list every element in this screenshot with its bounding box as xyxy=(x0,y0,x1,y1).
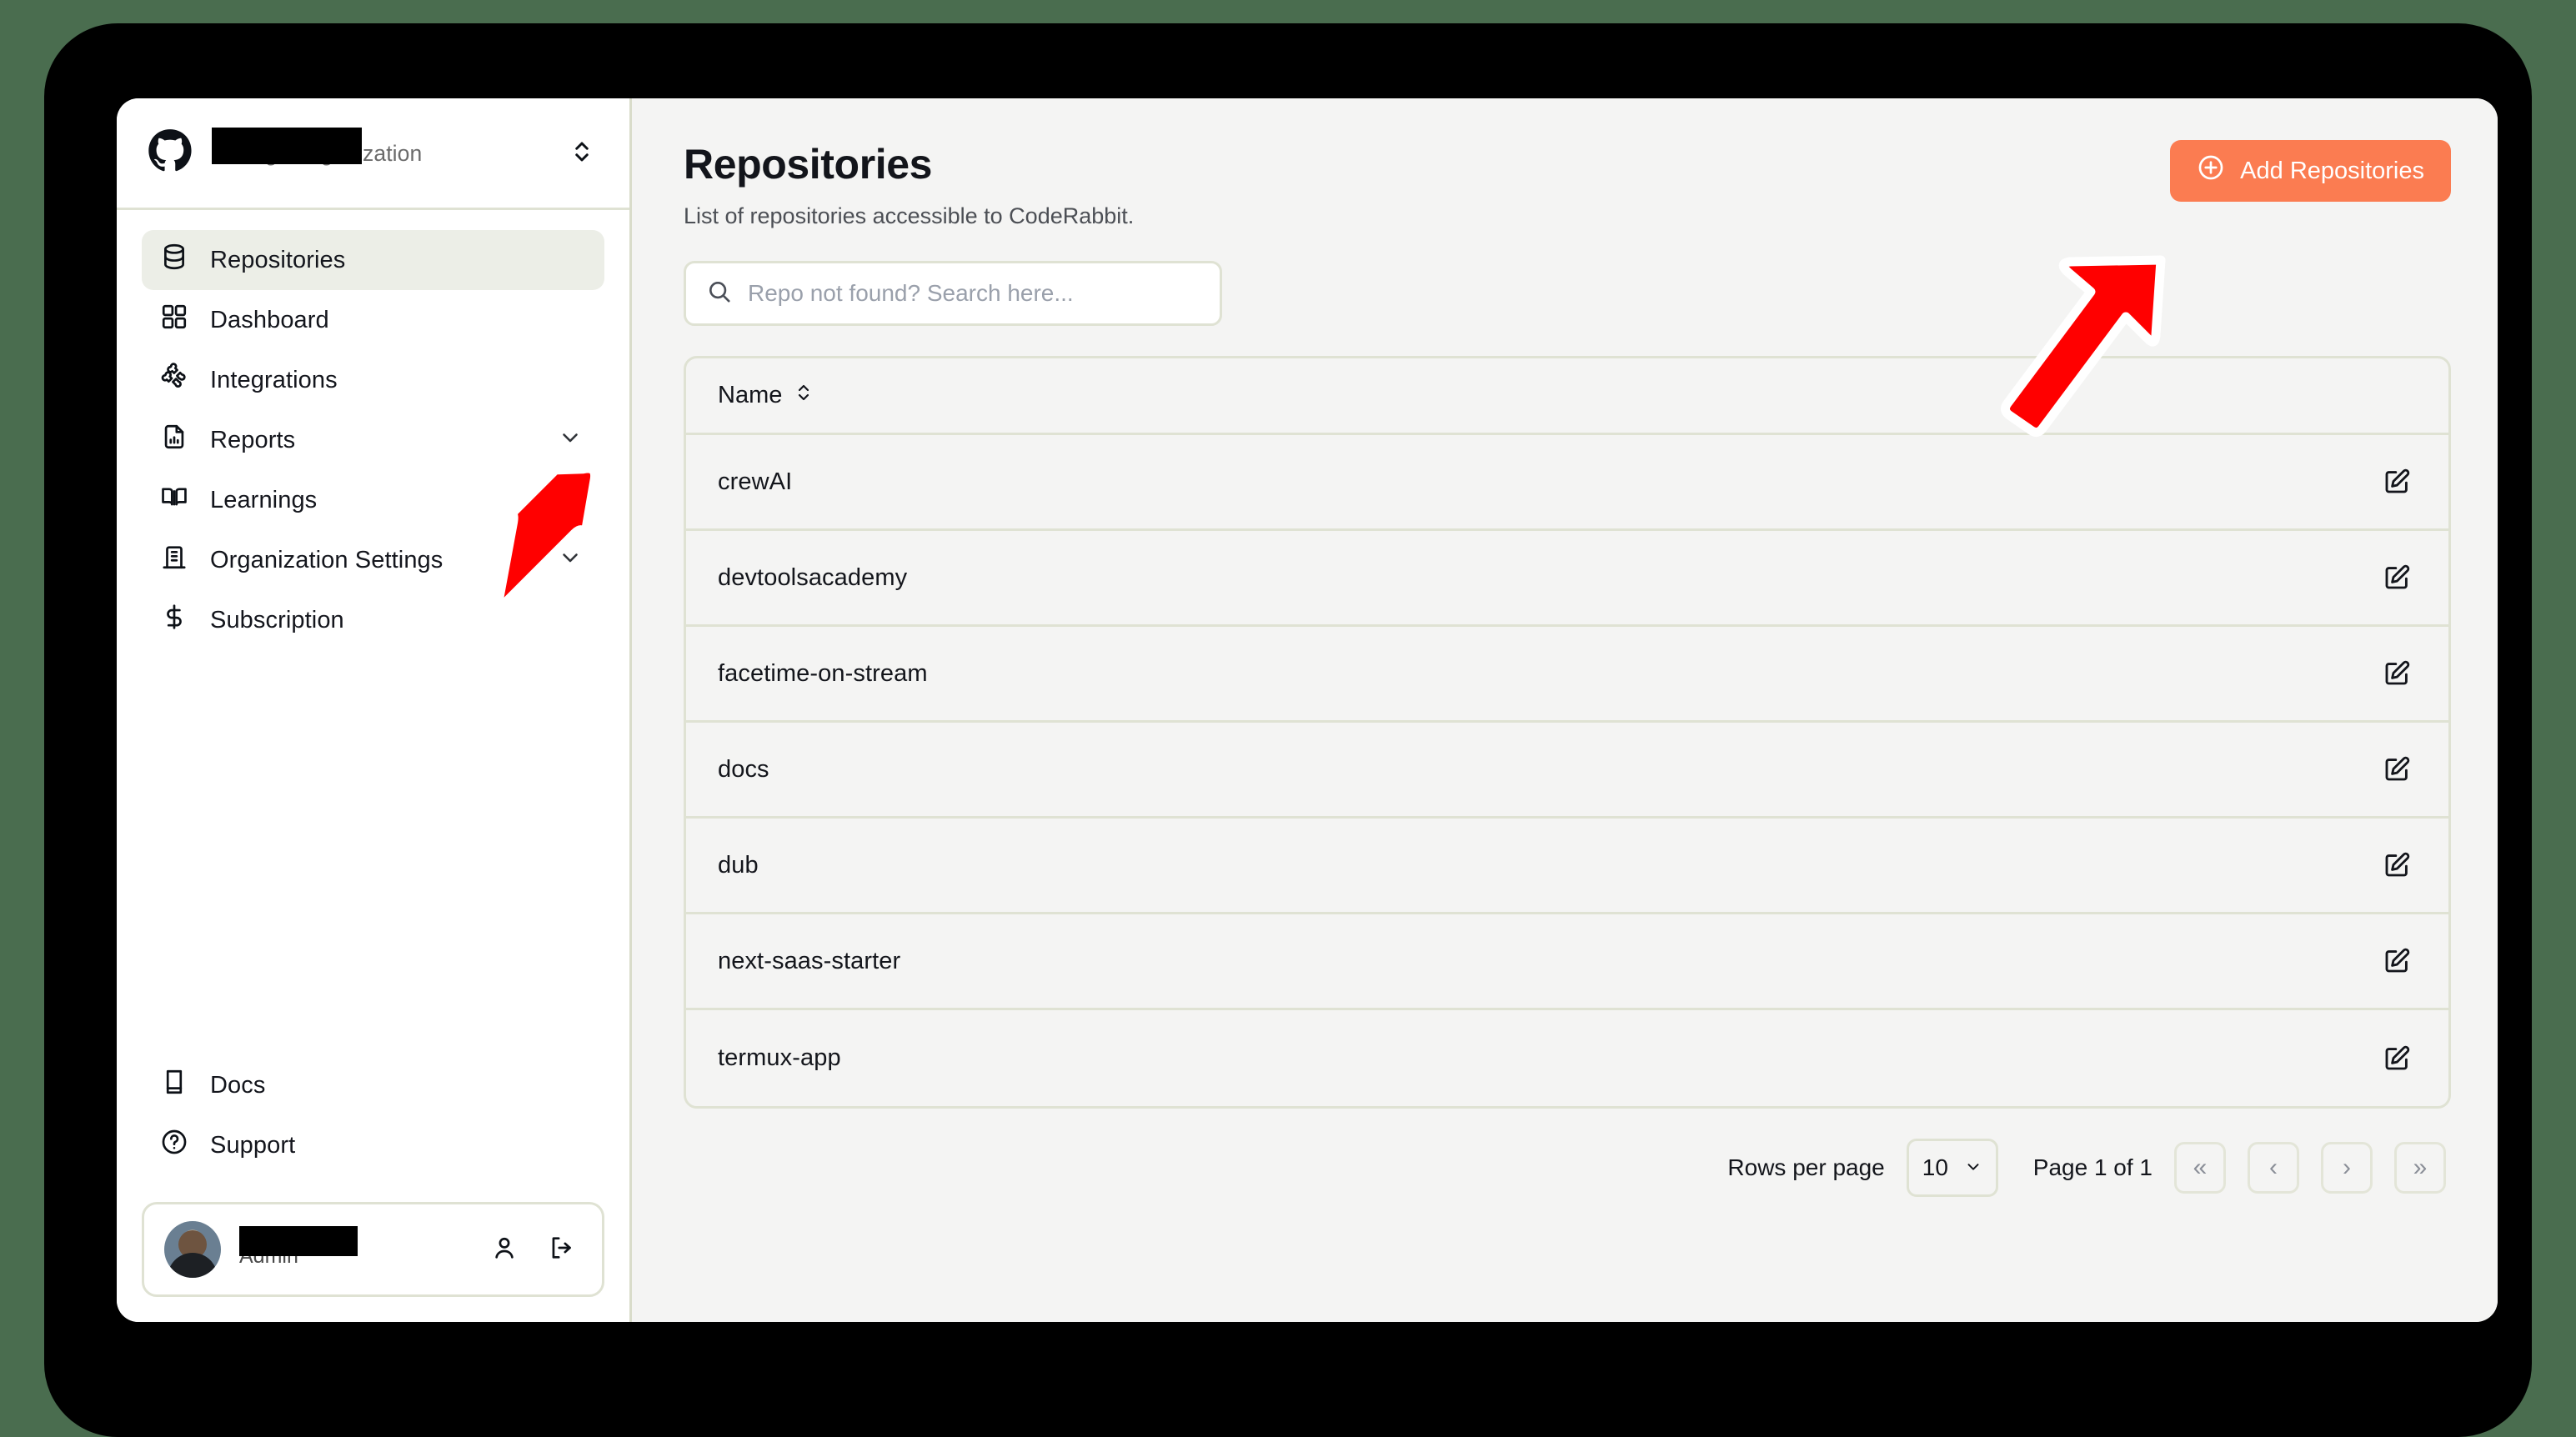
table-row[interactable]: facetime-on-stream xyxy=(686,627,2448,723)
sidebar-item-label: Subscription xyxy=(210,606,344,633)
puzzle-icon xyxy=(160,363,188,398)
table-row[interactable]: next-saas-starter xyxy=(686,914,2448,1010)
sidebar-item-learnings[interactable]: Learnings xyxy=(142,470,604,530)
building-icon xyxy=(160,543,188,578)
edit-icon[interactable] xyxy=(2377,558,2417,598)
logout-icon[interactable] xyxy=(547,1234,575,1266)
sidebar-secondary-nav: Docs Support xyxy=(117,1055,629,1190)
org-switcher[interactable]: Change Organization xyxy=(117,98,629,208)
repositories-table: Name crewAI devtoolsacademy facetime-on-st… xyxy=(684,356,2451,1109)
screenshot-root: Change Organization xyxy=(0,0,2576,1437)
user-actions xyxy=(490,1234,582,1266)
page-subtitle: List of repositories accessible to CodeR… xyxy=(684,203,1135,228)
table-row[interactable]: termux-app xyxy=(686,1010,2448,1106)
sidebar-item-organization-settings[interactable]: Organization Settings xyxy=(142,530,604,590)
edit-icon[interactable] xyxy=(2377,941,2417,981)
add-repositories-label: Add Repositories xyxy=(2240,157,2424,184)
user-name-redaction xyxy=(239,1225,358,1256)
report-icon xyxy=(160,423,188,458)
database-icon xyxy=(160,243,188,278)
question-circle-icon xyxy=(160,1128,188,1163)
first-page-button[interactable]: « xyxy=(2174,1142,2226,1194)
column-header-label: Name xyxy=(718,382,783,408)
search-icon xyxy=(706,278,733,309)
search-input[interactable] xyxy=(748,280,1200,307)
avatar xyxy=(164,1221,221,1278)
sidebar-item-label: Organization Settings xyxy=(210,546,444,573)
sidebar-item-docs[interactable]: Docs xyxy=(142,1055,604,1115)
user-card[interactable]: Admin xyxy=(142,1202,604,1297)
sidebar-item-repositories[interactable]: Repositories xyxy=(142,230,604,290)
book-closed-icon xyxy=(160,1068,188,1103)
rows-per-page-label: Rows per page xyxy=(1727,1154,1885,1180)
sidebar-item-label: Docs xyxy=(210,1071,266,1099)
github-icon xyxy=(147,128,193,179)
chevron-down-icon xyxy=(1964,1154,1982,1181)
chevron-up-down-icon[interactable] xyxy=(569,137,594,171)
table-header-row: Name xyxy=(686,358,2448,435)
table-body: crewAI devtoolsacademy facetime-on-stream d… xyxy=(686,435,2448,1106)
book-icon xyxy=(160,483,188,518)
chevron-up-down-icon[interactable] xyxy=(794,380,814,412)
sidebar-item-label: Learnings xyxy=(210,486,318,513)
repository-name: devtoolsacademy xyxy=(718,563,908,591)
repository-name: facetime-on-stream xyxy=(718,659,928,687)
sidebar-item-label: Support xyxy=(210,1131,296,1159)
org-name-redaction xyxy=(212,128,362,164)
pagination: Rows per page 10 Page 1 of 1 « ‹ › » xyxy=(684,1139,2451,1197)
next-page-button[interactable]: › xyxy=(2321,1142,2373,1194)
table-row[interactable]: crewAI xyxy=(686,435,2448,531)
dollar-icon xyxy=(160,603,188,638)
repository-name: crewAI xyxy=(718,468,793,495)
sidebar-item-label: Reports xyxy=(210,426,296,453)
sidebar-item-integrations[interactable]: Integrations xyxy=(142,350,604,410)
main-content: Repositories List of repositories access… xyxy=(632,98,2498,1322)
app-window: Change Organization xyxy=(117,98,2498,1322)
grid-icon xyxy=(160,303,188,338)
rows-per-page-select[interactable]: 10 xyxy=(1906,1139,1998,1197)
table-row[interactable]: dub xyxy=(686,819,2448,914)
rows-per-page-value: 10 xyxy=(1922,1154,1948,1180)
sidebar-primary-nav: Repositories Dashboard Integrations Repo… xyxy=(117,210,629,650)
edit-icon[interactable] xyxy=(2377,462,2417,502)
sidebar-item-label: Dashboard xyxy=(210,306,329,333)
sidebar-item-reports[interactable]: Reports xyxy=(142,410,604,470)
org-name-block: Change Organization xyxy=(212,128,551,167)
column-header-name[interactable]: Name xyxy=(718,380,814,412)
edit-icon[interactable] xyxy=(2377,845,2417,885)
user-meta: Admin xyxy=(239,1225,472,1269)
person-icon[interactable] xyxy=(490,1234,519,1266)
repository-name: dub xyxy=(718,851,759,879)
last-page-button[interactable]: » xyxy=(2394,1142,2446,1194)
page-indicator: Page 1 of 1 xyxy=(2032,1154,2153,1180)
sidebar-item-label: Repositories xyxy=(210,246,346,273)
sidebar-item-subscription[interactable]: Subscription xyxy=(142,590,604,650)
sidebar-item-support[interactable]: Support xyxy=(142,1115,604,1175)
repository-name: termux-app xyxy=(718,1044,841,1071)
previous-page-button[interactable]: ‹ xyxy=(2248,1142,2299,1194)
table-row[interactable]: devtoolsacademy xyxy=(686,531,2448,627)
add-repositories-button[interactable]: Add Repositories xyxy=(2170,140,2451,202)
sidebar-item-dashboard[interactable]: Dashboard xyxy=(142,290,604,350)
sidebar: Change Organization xyxy=(117,98,632,1322)
edit-icon[interactable] xyxy=(2377,749,2417,789)
chevron-down-icon[interactable] xyxy=(558,424,583,456)
plus-circle-icon xyxy=(2197,153,2225,188)
sidebar-item-label: Integrations xyxy=(210,366,338,393)
search-box[interactable] xyxy=(684,261,1222,326)
edit-icon[interactable] xyxy=(2377,653,2417,693)
repository-name: next-saas-starter xyxy=(718,947,901,974)
edit-icon[interactable] xyxy=(2377,1039,2417,1079)
repository-name: docs xyxy=(718,755,769,783)
chevron-down-icon[interactable] xyxy=(558,544,583,576)
table-row[interactable]: docs xyxy=(686,723,2448,819)
